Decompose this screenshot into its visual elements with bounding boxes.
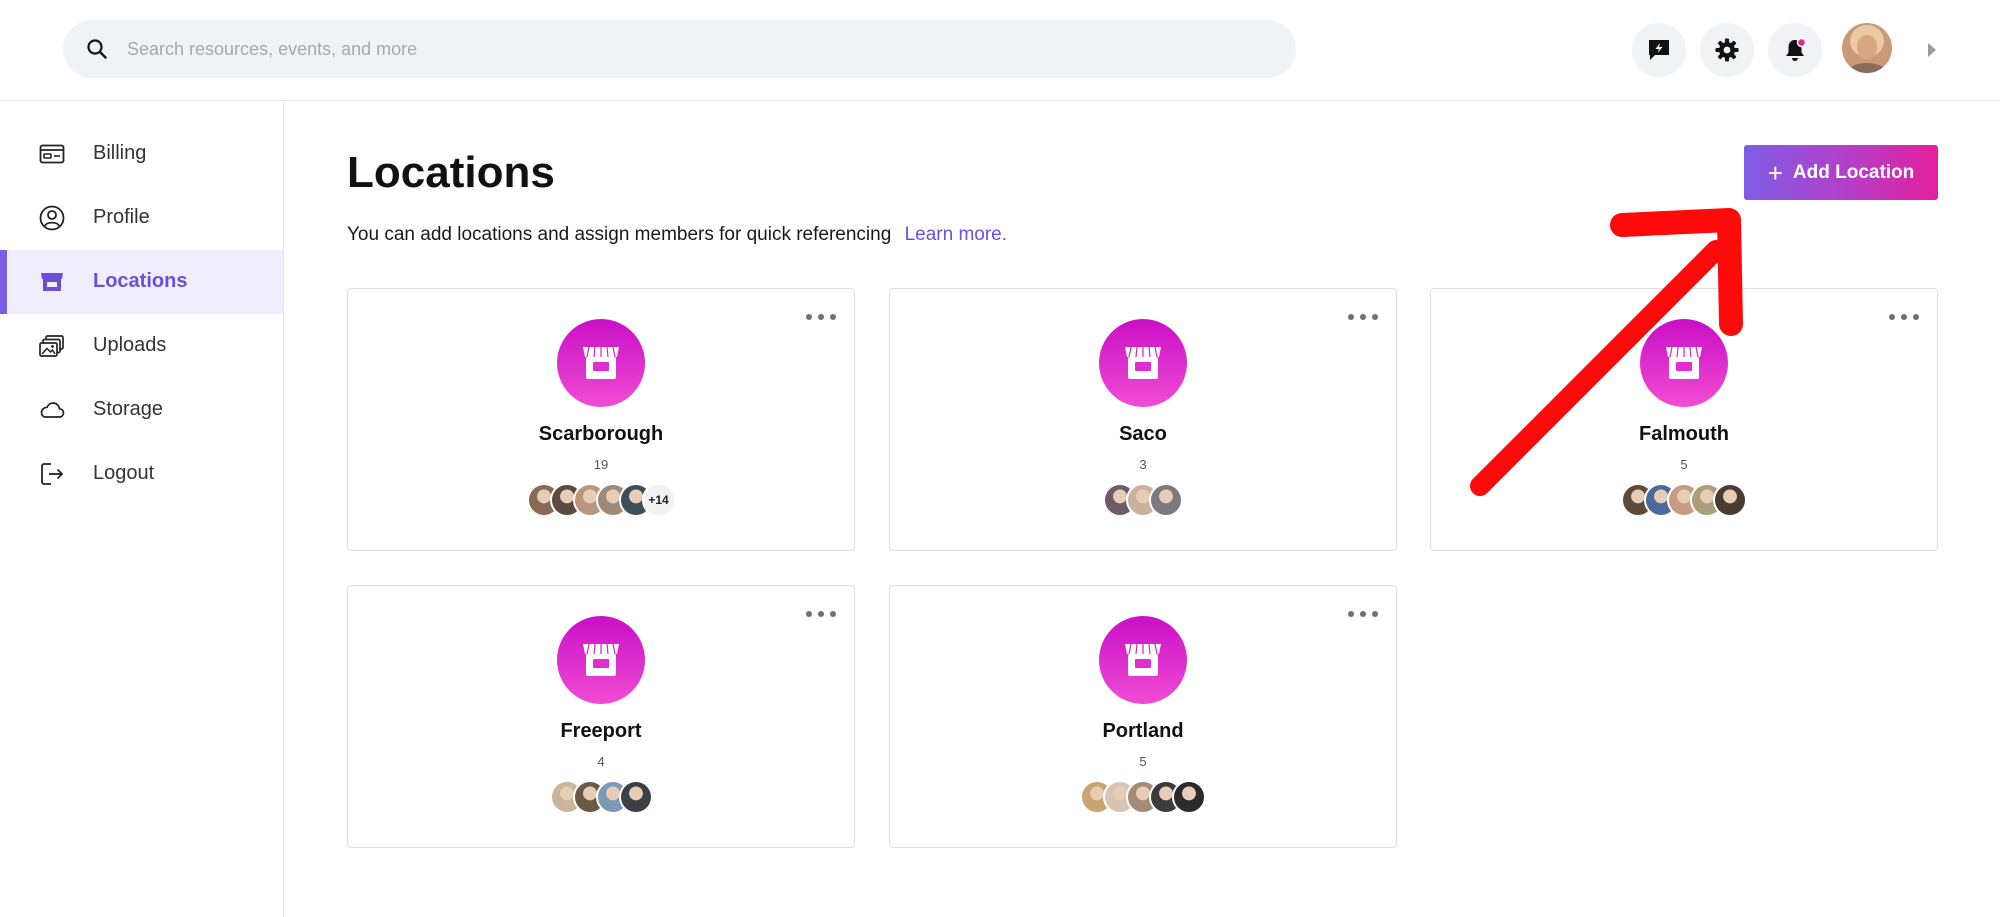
sidebar-item-label: Storage (93, 398, 164, 420)
store-icon (1099, 319, 1187, 407)
settings-button[interactable] (1700, 23, 1754, 77)
sidebar-item-billing[interactable]: Billing (0, 122, 283, 186)
page-subtitle: You can add locations and assign members… (347, 224, 1007, 246)
member-avatar[interactable] (1713, 483, 1747, 517)
sidebar-item-logout[interactable]: Logout (0, 442, 283, 506)
learn-more-link[interactable]: Learn more. (905, 224, 1007, 245)
member-avatar[interactable] (1172, 780, 1206, 814)
sidebar: Billing Profile Locations Uploads Storag… (0, 101, 284, 917)
store-icon (41, 273, 63, 291)
bell-icon (1786, 37, 1807, 61)
storefront-glyph (1125, 346, 1161, 379)
more-options-icon[interactable] (1889, 311, 1919, 323)
member-avatars[interactable] (348, 780, 854, 816)
sidebar-item-label: Uploads (93, 334, 167, 356)
member-avatars[interactable] (890, 780, 1396, 816)
member-avatar[interactable] (1149, 483, 1183, 517)
store-icon (1640, 319, 1728, 407)
billing-icon (39, 144, 65, 164)
add-location-button[interactable]: + Add Location (1744, 145, 1938, 200)
more-options-icon[interactable] (1348, 608, 1378, 620)
sidebar-item-uploads[interactable]: Uploads (0, 314, 283, 378)
store-icon (1099, 616, 1187, 704)
search-input[interactable] (127, 20, 1267, 78)
location-name: Freeport (560, 720, 642, 742)
account-menu-caret-icon[interactable] (1928, 43, 1936, 57)
add-location-label: Add Location (1792, 161, 1915, 183)
notifications-button[interactable] (1768, 23, 1822, 77)
location-card[interactable]: Portland 5 (889, 585, 1397, 848)
member-avatars[interactable] (1431, 483, 1937, 519)
storefront-glyph (583, 346, 619, 379)
location-name: Portland (1102, 720, 1184, 742)
location-card[interactable]: Falmouth 5 (1430, 288, 1938, 551)
member-avatar[interactable] (618, 780, 653, 814)
uploads-icon (39, 335, 64, 357)
member-count: 19 (593, 457, 609, 472)
logout-icon (41, 463, 64, 485)
more-options-icon[interactable] (806, 311, 836, 323)
top-bar (0, 0, 2000, 101)
sidebar-item-storage[interactable]: Storage (0, 378, 283, 442)
search-icon (87, 39, 107, 59)
location-card[interactable]: Saco 3 (889, 288, 1397, 551)
sidebar-item-label: Locations (93, 270, 188, 292)
subtitle-text: You can add locations and assign members… (347, 224, 892, 245)
member-count: 3 (1139, 457, 1147, 472)
search-bar[interactable] (63, 20, 1296, 78)
feedback-button[interactable] (1632, 23, 1686, 77)
member-count: 5 (1139, 754, 1147, 769)
location-card[interactable]: Freeport 4 (347, 585, 855, 848)
more-members-badge[interactable]: +14 (641, 483, 676, 517)
location-name: Scarborough (538, 423, 664, 445)
member-count: 4 (597, 754, 605, 769)
user-avatar[interactable] (1842, 23, 1892, 73)
more-options-icon[interactable] (1348, 311, 1378, 323)
member-avatars[interactable] (890, 483, 1396, 519)
storefront-glyph (583, 643, 619, 676)
more-options-icon[interactable] (806, 608, 836, 620)
gear-icon (1715, 38, 1739, 62)
cloud-icon (40, 402, 65, 418)
store-icon (557, 319, 645, 407)
page-title: Locations (347, 148, 555, 197)
feedback-icon (1649, 40, 1669, 60)
member-avatars[interactable]: +14 (348, 483, 854, 519)
sidebar-item-label: Profile (93, 206, 150, 228)
location-card[interactable]: Scarborough 19 +14 (347, 288, 855, 551)
member-count: 5 (1680, 457, 1688, 472)
sidebar-item-label: Logout (93, 462, 155, 484)
sidebar-item-locations[interactable]: Locations (0, 250, 283, 314)
profile-icon (39, 205, 65, 231)
avatar-image (1842, 23, 1892, 73)
sidebar-item-profile[interactable]: Profile (0, 186, 283, 250)
storefront-glyph (1125, 643, 1161, 676)
plus-icon: + (1767, 157, 1783, 188)
sidebar-item-label: Billing (93, 142, 147, 164)
location-name: Saco (1119, 423, 1167, 445)
store-icon (557, 616, 645, 704)
location-name: Falmouth (1639, 423, 1729, 445)
storefront-glyph (1666, 346, 1702, 379)
